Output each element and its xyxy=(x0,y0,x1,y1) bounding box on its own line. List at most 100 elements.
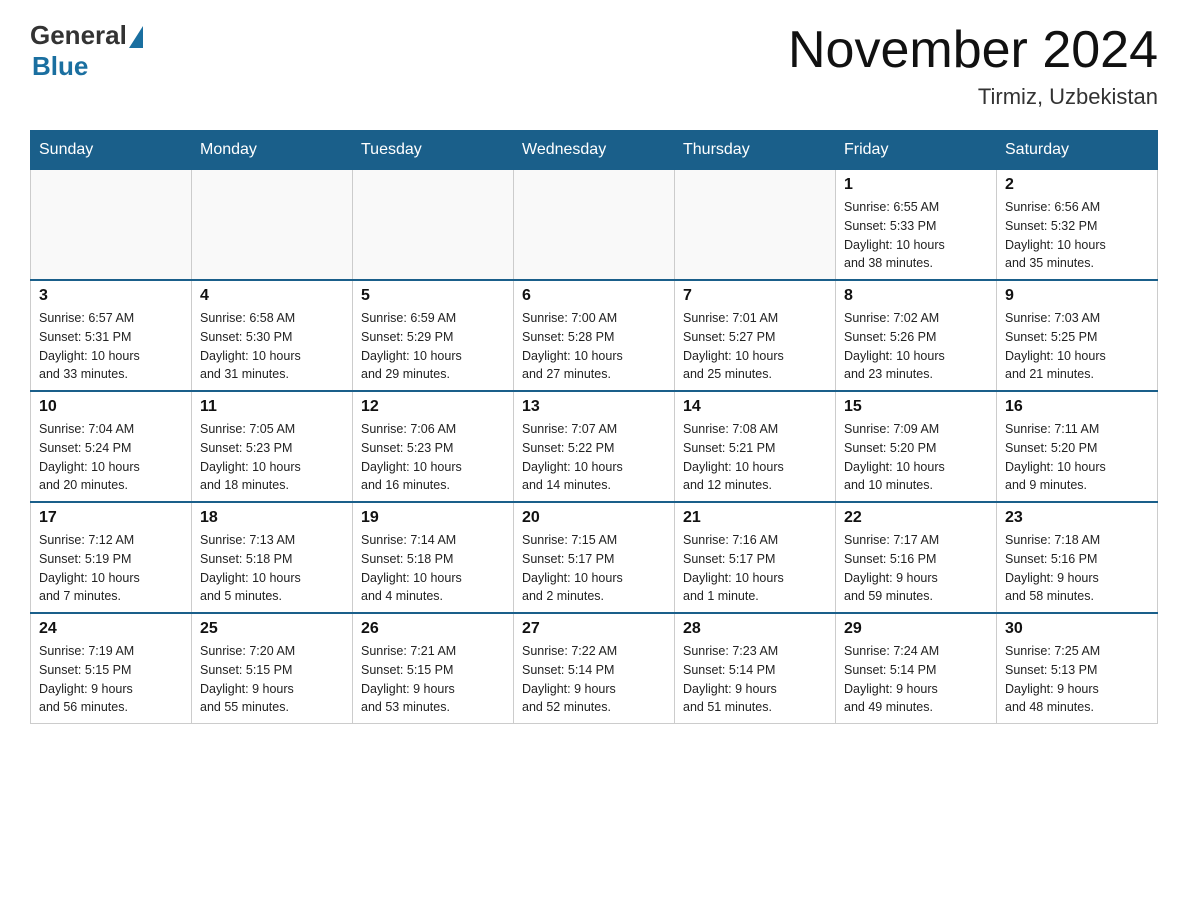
day-number: 7 xyxy=(683,287,827,305)
day-number: 30 xyxy=(1005,620,1149,638)
day-number: 2 xyxy=(1005,176,1149,194)
calendar-cell: 1 Sunrise: 6:55 AM Sunset: 5:33 PM Daylig… xyxy=(836,170,997,281)
day-info: Sunrise: 7:18 AM Sunset: 5:16 PM Dayligh… xyxy=(1005,531,1149,606)
logo-blue-text: Blue xyxy=(32,51,88,82)
day-info: Sunrise: 6:59 AM Sunset: 5:29 PM Dayligh… xyxy=(361,309,505,384)
day-number: 11 xyxy=(200,398,344,416)
calendar-cell: 11 Sunrise: 7:05 AM Sunset: 5:23 PM Dayli… xyxy=(192,391,353,502)
calendar-cell: 23 Sunrise: 7:18 AM Sunset: 5:16 PM Dayli… xyxy=(997,502,1158,613)
calendar-cell: 10 Sunrise: 7:04 AM Sunset: 5:24 PM Dayli… xyxy=(31,391,192,502)
day-info: Sunrise: 7:19 AM Sunset: 5:15 PM Dayligh… xyxy=(39,642,183,717)
day-info: Sunrise: 7:25 AM Sunset: 5:13 PM Dayligh… xyxy=(1005,642,1149,717)
calendar-cell: 16 Sunrise: 7:11 AM Sunset: 5:20 PM Dayli… xyxy=(997,391,1158,502)
calendar-cell: 6 Sunrise: 7:00 AM Sunset: 5:28 PM Daylig… xyxy=(514,280,675,391)
day-info: Sunrise: 7:01 AM Sunset: 5:27 PM Dayligh… xyxy=(683,309,827,384)
day-number: 25 xyxy=(200,620,344,638)
calendar-cell xyxy=(31,170,192,281)
day-number: 22 xyxy=(844,509,988,527)
weekday-header-saturday: Saturday xyxy=(997,131,1158,170)
week-row-5: 24 Sunrise: 7:19 AM Sunset: 5:15 PM Dayli… xyxy=(31,613,1158,724)
calendar-cell: 21 Sunrise: 7:16 AM Sunset: 5:17 PM Dayli… xyxy=(675,502,836,613)
logo-triangle-icon xyxy=(129,26,143,48)
day-number: 9 xyxy=(1005,287,1149,305)
day-info: Sunrise: 7:08 AM Sunset: 5:21 PM Dayligh… xyxy=(683,420,827,495)
calendar-cell: 13 Sunrise: 7:07 AM Sunset: 5:22 PM Dayli… xyxy=(514,391,675,502)
logo: General Blue xyxy=(30,20,143,82)
day-info: Sunrise: 7:05 AM Sunset: 5:23 PM Dayligh… xyxy=(200,420,344,495)
week-row-1: 1 Sunrise: 6:55 AM Sunset: 5:33 PM Daylig… xyxy=(31,170,1158,281)
weekday-header-tuesday: Tuesday xyxy=(353,131,514,170)
day-info: Sunrise: 7:07 AM Sunset: 5:22 PM Dayligh… xyxy=(522,420,666,495)
day-number: 15 xyxy=(844,398,988,416)
day-info: Sunrise: 7:03 AM Sunset: 5:25 PM Dayligh… xyxy=(1005,309,1149,384)
calendar-cell: 20Sunrise: 7:15 AM Sunset: 5:17 PM Dayli… xyxy=(514,502,675,613)
calendar-cell: 26 Sunrise: 7:21 AM Sunset: 5:15 PM Dayli… xyxy=(353,613,514,724)
weekday-header-row: SundayMondayTuesdayWednesdayThursdayFrid… xyxy=(31,131,1158,170)
day-info: Sunrise: 7:00 AM Sunset: 5:28 PM Dayligh… xyxy=(522,309,666,384)
day-number: 19 xyxy=(361,509,505,527)
location-title: Tirmiz, Uzbekistan xyxy=(788,84,1158,110)
day-info: Sunrise: 7:12 AM Sunset: 5:19 PM Dayligh… xyxy=(39,531,183,606)
day-number: 21 xyxy=(683,509,827,527)
day-number: 28 xyxy=(683,620,827,638)
day-number: 24 xyxy=(39,620,183,638)
day-info: Sunrise: 7:09 AM Sunset: 5:20 PM Dayligh… xyxy=(844,420,988,495)
day-number: 4 xyxy=(200,287,344,305)
day-number: 18 xyxy=(200,509,344,527)
day-number: 1 xyxy=(844,176,988,194)
calendar-cell: 5 Sunrise: 6:59 AM Sunset: 5:29 PM Daylig… xyxy=(353,280,514,391)
day-info: Sunrise: 7:14 AM Sunset: 5:18 PM Dayligh… xyxy=(361,531,505,606)
day-number: 17 xyxy=(39,509,183,527)
day-info: Sunrise: 7:23 AM Sunset: 5:14 PM Dayligh… xyxy=(683,642,827,717)
day-number: 13 xyxy=(522,398,666,416)
day-info: Sunrise: 7:04 AM Sunset: 5:24 PM Dayligh… xyxy=(39,420,183,495)
day-number: 27 xyxy=(522,620,666,638)
weekday-header-sunday: Sunday xyxy=(31,131,192,170)
calendar-cell: 18 Sunrise: 7:13 AM Sunset: 5:18 PM Dayli… xyxy=(192,502,353,613)
calendar-cell xyxy=(192,170,353,281)
calendar-cell xyxy=(353,170,514,281)
day-number: 26 xyxy=(361,620,505,638)
day-number: 12 xyxy=(361,398,505,416)
day-number: 5 xyxy=(361,287,505,305)
day-info: Sunrise: 6:57 AM Sunset: 5:31 PM Dayligh… xyxy=(39,309,183,384)
calendar-cell: 9 Sunrise: 7:03 AM Sunset: 5:25 PM Daylig… xyxy=(997,280,1158,391)
week-row-2: 3Sunrise: 6:57 AM Sunset: 5:31 PM Daylig… xyxy=(31,280,1158,391)
day-number: 14 xyxy=(683,398,827,416)
calendar-cell xyxy=(514,170,675,281)
day-info: Sunrise: 7:16 AM Sunset: 5:17 PM Dayligh… xyxy=(683,531,827,606)
day-info: Sunrise: 7:22 AM Sunset: 5:14 PM Dayligh… xyxy=(522,642,666,717)
calendar-cell: 29Sunrise: 7:24 AM Sunset: 5:14 PM Dayli… xyxy=(836,613,997,724)
day-info: Sunrise: 7:21 AM Sunset: 5:15 PM Dayligh… xyxy=(361,642,505,717)
day-info: Sunrise: 7:11 AM Sunset: 5:20 PM Dayligh… xyxy=(1005,420,1149,495)
day-number: 16 xyxy=(1005,398,1149,416)
calendar-cell: 14 Sunrise: 7:08 AM Sunset: 5:21 PM Dayli… xyxy=(675,391,836,502)
day-number: 8 xyxy=(844,287,988,305)
day-info: Sunrise: 7:24 AM Sunset: 5:14 PM Dayligh… xyxy=(844,642,988,717)
month-title: November 2024 xyxy=(788,20,1158,80)
calendar-cell: 12 Sunrise: 7:06 AM Sunset: 5:23 PM Dayli… xyxy=(353,391,514,502)
weekday-header-wednesday: Wednesday xyxy=(514,131,675,170)
day-info: Sunrise: 7:17 AM Sunset: 5:16 PM Dayligh… xyxy=(844,531,988,606)
day-info: Sunrise: 6:55 AM Sunset: 5:33 PM Dayligh… xyxy=(844,198,988,273)
day-info: Sunrise: 7:15 AM Sunset: 5:17 PM Dayligh… xyxy=(522,531,666,606)
day-info: Sunrise: 6:56 AM Sunset: 5:32 PM Dayligh… xyxy=(1005,198,1149,273)
calendar-cell: 15 Sunrise: 7:09 AM Sunset: 5:20 PM Dayli… xyxy=(836,391,997,502)
weekday-header-friday: Friday xyxy=(836,131,997,170)
day-number: 10 xyxy=(39,398,183,416)
calendar-cell: 19 Sunrise: 7:14 AM Sunset: 5:18 PM Dayli… xyxy=(353,502,514,613)
calendar-cell: 4 Sunrise: 6:58 AM Sunset: 5:30 PM Daylig… xyxy=(192,280,353,391)
calendar-cell: 2 Sunrise: 6:56 AM Sunset: 5:32 PM Daylig… xyxy=(997,170,1158,281)
calendar-cell: 17 Sunrise: 7:12 AM Sunset: 5:19 PM Dayli… xyxy=(31,502,192,613)
week-row-4: 17 Sunrise: 7:12 AM Sunset: 5:19 PM Dayli… xyxy=(31,502,1158,613)
day-number: 6 xyxy=(522,287,666,305)
calendar-cell: 3Sunrise: 6:57 AM Sunset: 5:31 PM Daylig… xyxy=(31,280,192,391)
week-row-3: 10 Sunrise: 7:04 AM Sunset: 5:24 PM Dayli… xyxy=(31,391,1158,502)
day-number: 23 xyxy=(1005,509,1149,527)
day-info: Sunrise: 7:20 AM Sunset: 5:15 PM Dayligh… xyxy=(200,642,344,717)
calendar-cell: 28 Sunrise: 7:23 AM Sunset: 5:14 PM Dayli… xyxy=(675,613,836,724)
day-info: Sunrise: 7:13 AM Sunset: 5:18 PM Dayligh… xyxy=(200,531,344,606)
day-info: Sunrise: 7:02 AM Sunset: 5:26 PM Dayligh… xyxy=(844,309,988,384)
day-info: Sunrise: 6:58 AM Sunset: 5:30 PM Dayligh… xyxy=(200,309,344,384)
day-info: Sunrise: 7:06 AM Sunset: 5:23 PM Dayligh… xyxy=(361,420,505,495)
